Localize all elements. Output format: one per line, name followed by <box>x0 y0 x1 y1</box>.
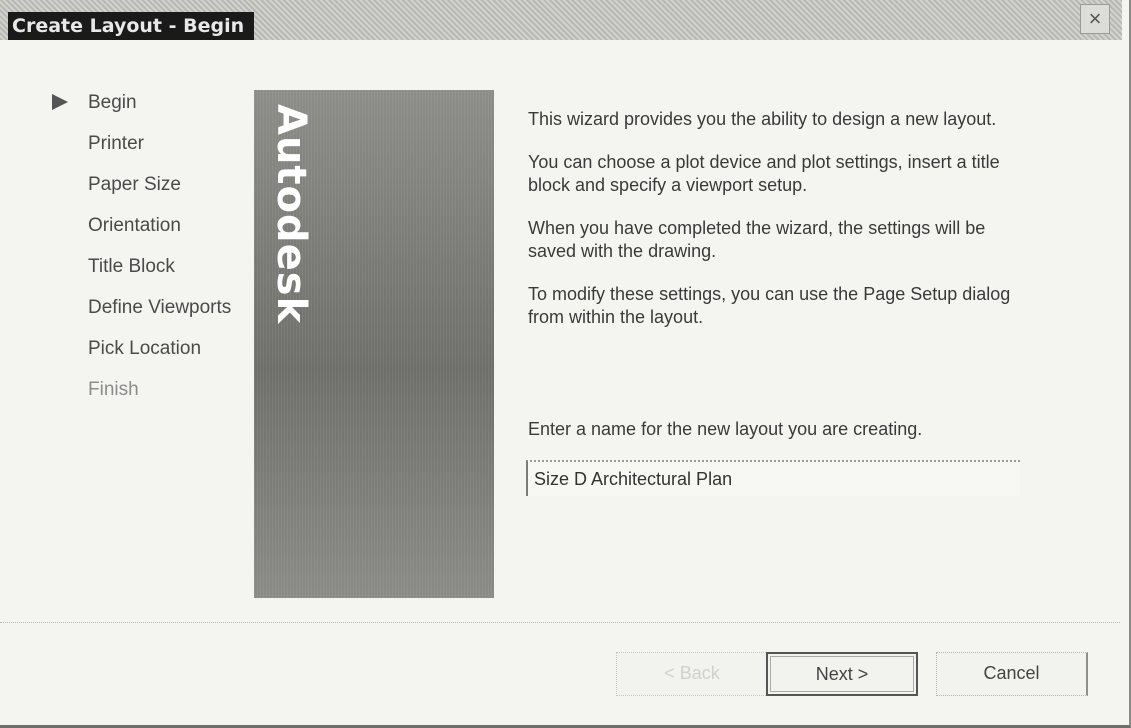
step-label: Title Block <box>88 256 175 277</box>
plot-settings-paragraph: You can choose a plot device and plot se… <box>528 152 1000 195</box>
step-pick-location: Pick Location <box>50 336 260 377</box>
page-setup-paragraph: To modify these settings, you can use th… <box>528 284 1011 327</box>
step-paper-size: Paper Size <box>50 172 260 213</box>
intro-paragraph: This wizard provides you the ability to … <box>528 109 997 129</box>
step-finish: Finish <box>50 377 260 418</box>
close-button[interactable]: × <box>1080 4 1110 34</box>
step-define-viewports: Define Viewports <box>50 295 260 336</box>
create-layout-dialog: Create Layout - Begin × Begin Printer Pa… <box>0 0 1131 728</box>
step-label: Finish <box>88 379 139 400</box>
step-orientation: Orientation <box>50 213 260 254</box>
layout-name-label: Enter a name for the new layout you are … <box>528 419 923 439</box>
autodesk-logo: Autodesk <box>268 104 314 325</box>
step-label: Paper Size <box>88 174 181 195</box>
step-label: Define Viewports <box>88 297 232 318</box>
step-label: Orientation <box>88 215 181 236</box>
window-title: Create Layout - Begin <box>8 12 254 40</box>
cancel-button[interactable]: Cancel <box>936 652 1088 696</box>
wizard-description: This wizard provides you the ability to … <box>528 108 1028 349</box>
step-label: Printer <box>88 133 144 154</box>
next-button[interactable]: Next > <box>766 652 918 696</box>
layout-name-input[interactable] <box>526 460 1020 496</box>
step-printer: Printer <box>50 131 260 172</box>
step-title-block: Title Block <box>50 254 260 295</box>
step-begin: Begin <box>50 90 260 131</box>
wizard-steps: Begin Printer Paper Size Orientation Tit… <box>50 90 260 418</box>
title-bar[interactable]: Create Layout - Begin × <box>0 0 1122 40</box>
step-label: Begin <box>88 92 137 113</box>
brand-panel: Autodesk <box>254 90 494 598</box>
back-button[interactable]: < Back <box>616 652 768 696</box>
close-icon: × <box>1088 6 1102 31</box>
save-settings-paragraph: When you have completed the wizard, the … <box>528 218 986 261</box>
button-separator <box>0 622 1120 624</box>
current-step-arrow-icon <box>52 94 68 110</box>
step-label: Pick Location <box>88 338 202 359</box>
